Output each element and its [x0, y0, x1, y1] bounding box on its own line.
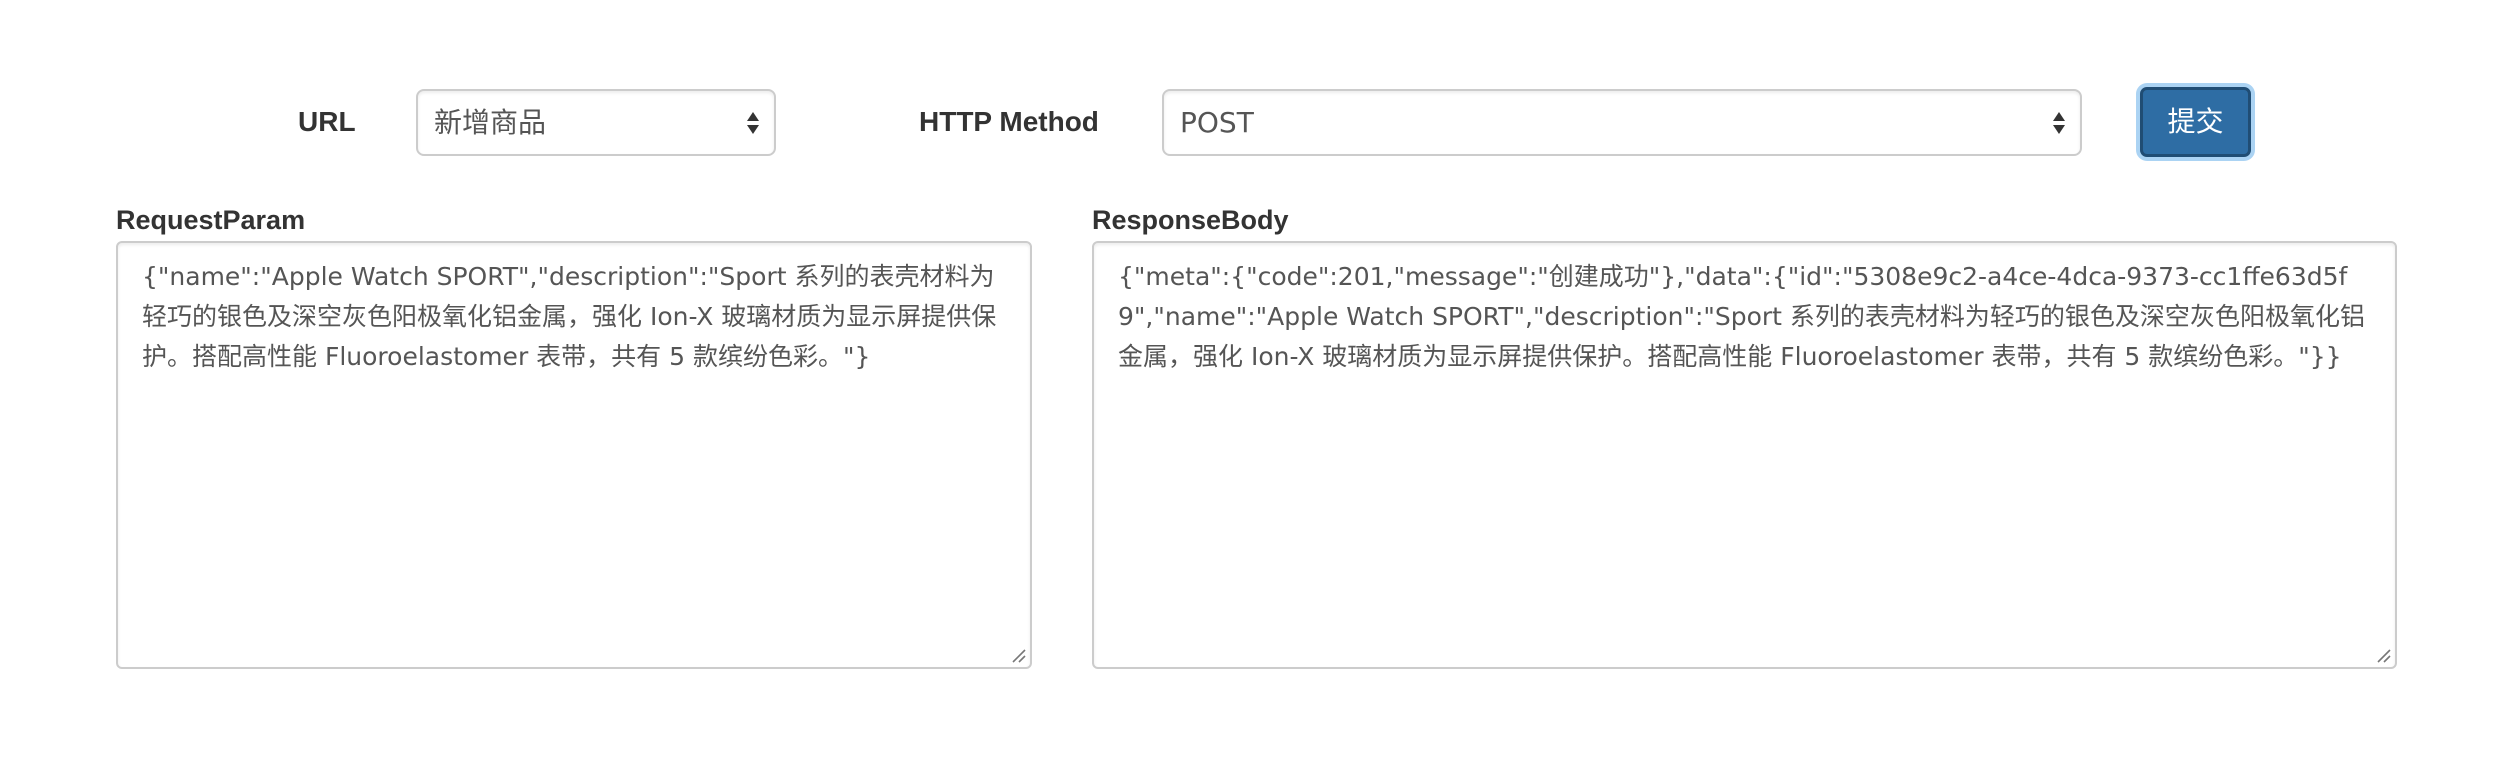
- resize-grip-icon[interactable]: [1010, 647, 1026, 663]
- request-param-text: {"name":"Apple Watch SPORT","description…: [142, 262, 997, 371]
- response-body-textarea[interactable]: {"meta":{"code":201,"message":"创建成功"},"d…: [1092, 241, 2397, 669]
- url-select[interactable]: 新增商品: [416, 89, 776, 156]
- url-select-value: 新增商品: [434, 106, 547, 139]
- updown-arrows-icon: [747, 111, 759, 134]
- updown-arrows-icon: [2053, 111, 2065, 134]
- request-param-textarea[interactable]: {"name":"Apple Watch SPORT","description…: [116, 241, 1032, 669]
- request-param-label: RequestParam: [116, 205, 306, 235]
- url-label: URL: [298, 106, 356, 137]
- http-method-select[interactable]: POST: [1162, 89, 2082, 156]
- http-method-label: HTTP Method: [919, 106, 1099, 137]
- submit-button[interactable]: 提交: [2140, 87, 2251, 157]
- resize-grip-icon[interactable]: [2375, 647, 2391, 663]
- http-method-select-value: POST: [1180, 106, 1254, 139]
- response-body-label: ResponseBody: [1092, 205, 1289, 235]
- response-body-text: {"meta":{"code":201,"message":"创建成功"},"d…: [1118, 262, 2365, 371]
